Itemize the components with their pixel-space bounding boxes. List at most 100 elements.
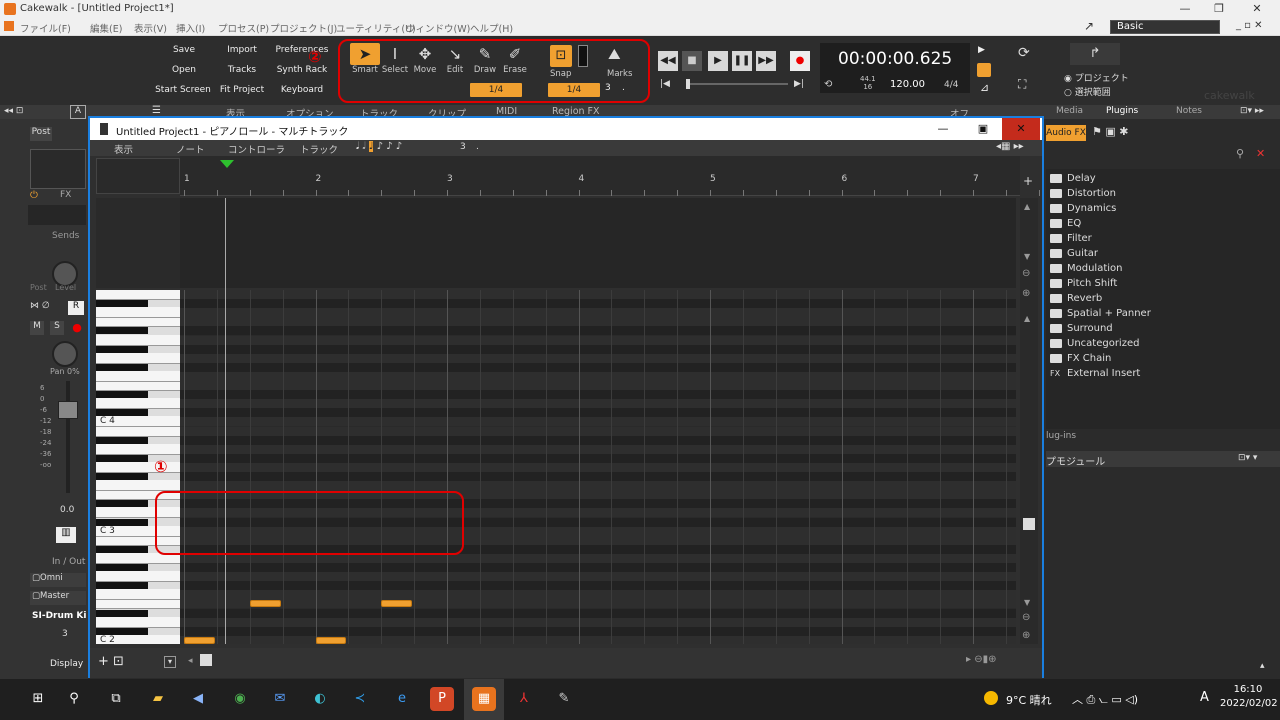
search-icon[interactable]: ⚲ bbox=[1236, 147, 1244, 160]
windows-start-icon[interactable]: ⊞ bbox=[26, 687, 50, 711]
import-button[interactable]: Import bbox=[216, 41, 268, 59]
piano-white-key[interactable] bbox=[96, 616, 180, 628]
piano-black-key[interactable] bbox=[96, 627, 148, 635]
export-icon[interactable]: ↱ bbox=[1070, 43, 1120, 65]
fx-bin[interactable] bbox=[28, 205, 86, 225]
piano-white-key[interactable] bbox=[96, 290, 180, 300]
plugin-folder-distortion[interactable]: Distortion bbox=[1050, 188, 1116, 199]
pr-minimize-icon[interactable]: — bbox=[924, 118, 962, 140]
mdi-window-buttons[interactable]: _ ▫ ✕ bbox=[1236, 20, 1263, 31]
piano-black-key[interactable] bbox=[96, 454, 148, 462]
input-select[interactable]: ▢Omni bbox=[30, 573, 86, 587]
audio-fx-tab[interactable]: Audio FX bbox=[1046, 125, 1086, 141]
pr-menu-controller[interactable]: コントローラ bbox=[228, 142, 285, 156]
browser-options-icon[interactable]: ⊡▾ ▸▸ bbox=[1240, 106, 1264, 116]
volume-fader-handle[interactable] bbox=[58, 401, 78, 419]
chrome-icon[interactable]: ◉ bbox=[228, 687, 252, 711]
expand-arrow-icon[interactable]: ↗ bbox=[1084, 19, 1094, 33]
menu-process[interactable]: プロセス(P) bbox=[218, 21, 269, 35]
output-select[interactable]: ▢Master bbox=[30, 591, 86, 605]
modules-options-icon[interactable]: ⊡▾ ▾ bbox=[1238, 453, 1257, 463]
fast-forward-icon[interactable]: ▶▶ bbox=[756, 51, 776, 71]
piano-white-key[interactable] bbox=[96, 589, 180, 601]
pr-menu-track[interactable]: トラック bbox=[300, 142, 338, 156]
pause-icon[interactable]: ❚❚ bbox=[732, 51, 752, 71]
piano-white-key[interactable] bbox=[96, 370, 180, 382]
slider-handle[interactable] bbox=[686, 79, 690, 89]
pr-triplet[interactable]: 3 bbox=[460, 142, 466, 152]
scroll-down-icon[interactable]: ▼ bbox=[1024, 252, 1030, 261]
list-icon[interactable]: ☰ bbox=[152, 105, 161, 116]
save-button[interactable]: Save bbox=[158, 41, 210, 59]
scroll-down-2-icon[interactable]: ▼ bbox=[1024, 598, 1030, 607]
time-display[interactable]: 00:00:00.625 ⟲ 44.1 16 120.00 4/4 bbox=[820, 43, 970, 93]
go-to-end-icon[interactable]: ▶| bbox=[794, 79, 804, 89]
vertical-scrollbar[interactable]: ▲ ▼ ⊖ ⊕ ▲ ▼ ⊖ ⊕ bbox=[1020, 198, 1038, 644]
stop-icon[interactable]: ■ bbox=[682, 51, 702, 71]
piano-black-key[interactable] bbox=[96, 545, 148, 553]
add-lane-icon[interactable]: + bbox=[1023, 174, 1033, 188]
piano-black-key[interactable] bbox=[96, 327, 148, 335]
app-back-icon[interactable]: ◀ bbox=[186, 687, 210, 711]
pr-menu-note[interactable]: ノート bbox=[176, 142, 205, 156]
piano-black-key[interactable] bbox=[96, 363, 148, 371]
plugin-type-icons[interactable]: ⚑ ▣ ✱ bbox=[1092, 125, 1128, 138]
plugin-folder-fx-chain[interactable]: FX Chain bbox=[1050, 353, 1111, 364]
fit-project-button[interactable]: Fit Project bbox=[216, 81, 268, 99]
midi-note[interactable] bbox=[249, 600, 281, 608]
open-button[interactable]: Open bbox=[158, 61, 210, 79]
tab-media[interactable]: Media bbox=[1056, 106, 1083, 116]
play-icon[interactable]: ▶ bbox=[708, 51, 728, 71]
zoom-in-v-icon[interactable]: ⊕ bbox=[1022, 288, 1030, 299]
plugin-folder-pitch-shift[interactable]: Pitch Shift bbox=[1050, 278, 1117, 289]
piano-white-key[interactable] bbox=[96, 352, 180, 364]
piano-white-key[interactable] bbox=[96, 307, 180, 319]
weather-sun-icon[interactable] bbox=[984, 691, 998, 705]
radio-project[interactable]: ◉ プロジェクト bbox=[1064, 71, 1129, 84]
automation-lane-icon[interactable]: A bbox=[70, 105, 86, 119]
scroll-up-icon[interactable]: ▲ bbox=[1024, 202, 1030, 211]
display-tab[interactable]: Display bbox=[50, 659, 83, 669]
go-to-start-icon[interactable]: |◀ bbox=[660, 79, 670, 89]
midi-note[interactable] bbox=[381, 600, 413, 608]
piano-white-key[interactable] bbox=[96, 334, 180, 346]
menu-help[interactable]: ヘルプ(H) bbox=[470, 21, 513, 35]
nav-arrows-icon[interactable]: ◂◂ ⊡ bbox=[4, 106, 23, 116]
plugin-folder-guitar[interactable]: Guitar bbox=[1050, 248, 1098, 259]
plugin-folder-spatial[interactable]: Spatial + Panner bbox=[1050, 308, 1151, 319]
zoom-out-icon[interactable]: ⊖ bbox=[1022, 612, 1030, 623]
keyboard-button[interactable]: Keyboard bbox=[274, 81, 330, 99]
plugin-folder-delay[interactable]: Delay bbox=[1050, 173, 1096, 184]
plugin-folder-modulation[interactable]: Modulation bbox=[1050, 263, 1123, 274]
plugin-folder-eq[interactable]: EQ bbox=[1050, 218, 1081, 229]
fit-view-icon[interactable]: ⛶ bbox=[1018, 77, 1026, 92]
pr-close-icon[interactable]: ✕ bbox=[1002, 118, 1040, 140]
phase-icon[interactable]: ⋈ ∅ bbox=[30, 301, 50, 311]
pr-maximize-icon[interactable]: ▣ bbox=[964, 118, 1002, 140]
eq-display[interactable] bbox=[30, 149, 86, 189]
now-time-slider[interactable]: |◀ ▶| bbox=[660, 79, 810, 89]
dropdown-icon[interactable]: ▾ bbox=[164, 656, 176, 668]
menu-window[interactable]: ウィンドウ(W) bbox=[406, 21, 470, 35]
piano-black-key[interactable] bbox=[96, 582, 148, 590]
collapse-icon[interactable]: ▴ bbox=[1260, 661, 1265, 671]
synth-rack-button[interactable]: Synth Rack bbox=[274, 61, 330, 79]
piano-black-key[interactable] bbox=[96, 300, 148, 308]
meter-value[interactable]: 4/4 bbox=[944, 80, 958, 90]
piano-white-key[interactable] bbox=[96, 443, 180, 455]
clock[interactable]: 16:10 2022/02/02 bbox=[1220, 683, 1278, 711]
plugin-folder-dynamics[interactable]: Dynamics bbox=[1050, 203, 1116, 214]
tempo-value[interactable]: 120.00 bbox=[890, 79, 925, 90]
tab-notes[interactable]: Notes bbox=[1176, 106, 1202, 116]
menu-utility[interactable]: ユーティリティ(U) bbox=[336, 21, 416, 35]
menu-project[interactable]: プロジェクト(J) bbox=[270, 21, 337, 35]
midi-note[interactable] bbox=[315, 636, 347, 644]
post-button[interactable]: Post bbox=[30, 127, 52, 141]
track-name[interactable]: SI-Drum Ki bbox=[32, 611, 86, 621]
piano-roll-icon[interactable]: ▥ bbox=[56, 527, 76, 543]
ime-indicator[interactable]: A bbox=[1200, 690, 1209, 705]
preferences-button[interactable]: Preferences bbox=[274, 41, 330, 59]
menu-view[interactable]: 表示(V) bbox=[134, 21, 167, 35]
midi-note[interactable] bbox=[184, 636, 215, 644]
powerpoint-icon[interactable]: P bbox=[430, 687, 454, 711]
